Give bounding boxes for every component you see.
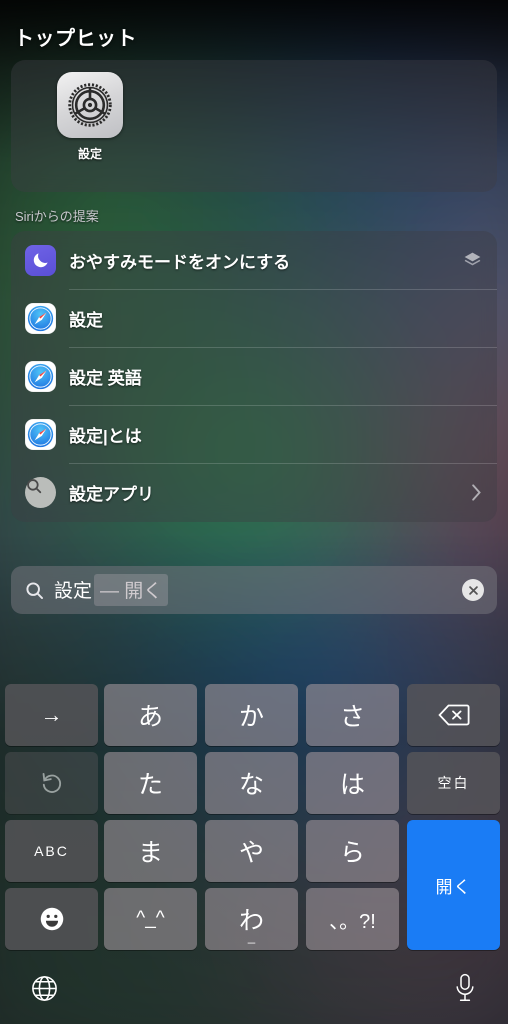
- kana-sa-key[interactable]: さ: [306, 684, 399, 746]
- search-inline-completion: — 開く: [94, 574, 169, 606]
- kana-ya-key[interactable]: や: [205, 820, 298, 882]
- japanese-kana-keyboard: → あ か さ た な は 空白 ABC ま や ら 開く ^_^ わ _ 、。…: [0, 680, 508, 1024]
- clear-search-button[interactable]: [462, 579, 484, 601]
- shortcuts-layers-icon: [462, 250, 483, 271]
- open-key[interactable]: 開く: [407, 820, 500, 950]
- list-item-label: 設定: [69, 310, 103, 330]
- kana-a-key[interactable]: あ: [104, 684, 197, 746]
- kana-ha-key[interactable]: は: [306, 752, 399, 814]
- safari-compass-icon: [25, 360, 56, 392]
- kana-ma-key[interactable]: ま: [104, 820, 197, 882]
- kana-wa-key-sub: _: [247, 929, 256, 944]
- search-query-text: 設定: [54, 581, 93, 602]
- top-hit-app-label: 設定: [77, 147, 102, 161]
- top-hit-app-settings[interactable]: 設定: [49, 72, 131, 162]
- punctuation-key[interactable]: 、。?!: [306, 888, 399, 950]
- kaomoji-key[interactable]: ^_^: [104, 888, 197, 950]
- top-hit-section-title: トップヒット: [14, 28, 137, 50]
- list-item-label: おやすみモードをオンにする: [69, 252, 291, 272]
- do-not-disturb-moon-icon: [25, 244, 56, 276]
- kana-ra-key[interactable]: ら: [306, 820, 399, 882]
- space-key[interactable]: 空白: [407, 752, 500, 814]
- kana-wa-key[interactable]: わ _: [205, 888, 298, 950]
- keyboard-bottom-bar: [0, 952, 508, 1024]
- chevron-right-icon: [470, 483, 483, 502]
- top-hit-card: 設定: [11, 60, 497, 192]
- search-icon: [24, 580, 45, 601]
- list-item[interactable]: おやすみモードをオンにする: [11, 231, 497, 289]
- list-item-label: 設定 英語: [69, 368, 142, 388]
- list-item[interactable]: 設定: [11, 289, 497, 347]
- spotlight-search-screen: トップヒット 設定 Siriからの提案 おやすみモードをオンにする 設定 設定 …: [0, 0, 508, 1024]
- magnifier-circle-icon: [25, 476, 56, 508]
- kana-ka-key[interactable]: か: [205, 684, 298, 746]
- globe-icon[interactable]: [30, 974, 59, 1003]
- list-item[interactable]: 設定|とは: [11, 405, 497, 463]
- emoji-key[interactable]: [5, 888, 98, 950]
- list-item-label: 設定|とは: [69, 426, 142, 446]
- siri-suggestions-title: Siriからの提案: [15, 209, 99, 224]
- safari-compass-icon: [25, 302, 56, 334]
- kana-na-key[interactable]: な: [205, 752, 298, 814]
- backspace-key[interactable]: [407, 684, 500, 746]
- microphone-icon[interactable]: [452, 973, 478, 1003]
- safari-compass-icon: [25, 418, 56, 450]
- siri-suggestions-card: おやすみモードをオンにする 設定 設定 英語 設定|とは 設定アプリ: [11, 231, 497, 522]
- list-item[interactable]: 設定 英語: [11, 347, 497, 405]
- kana-ta-key[interactable]: た: [104, 752, 197, 814]
- cursor-right-key[interactable]: →: [5, 684, 98, 746]
- abc-key[interactable]: ABC: [5, 820, 98, 882]
- undo-key[interactable]: [5, 752, 98, 814]
- list-item[interactable]: 設定アプリ: [11, 463, 497, 521]
- search-field[interactable]: 設定 — 開く: [11, 566, 497, 614]
- list-item-label: 設定アプリ: [69, 484, 154, 504]
- settings-gear-icon: [57, 72, 123, 138]
